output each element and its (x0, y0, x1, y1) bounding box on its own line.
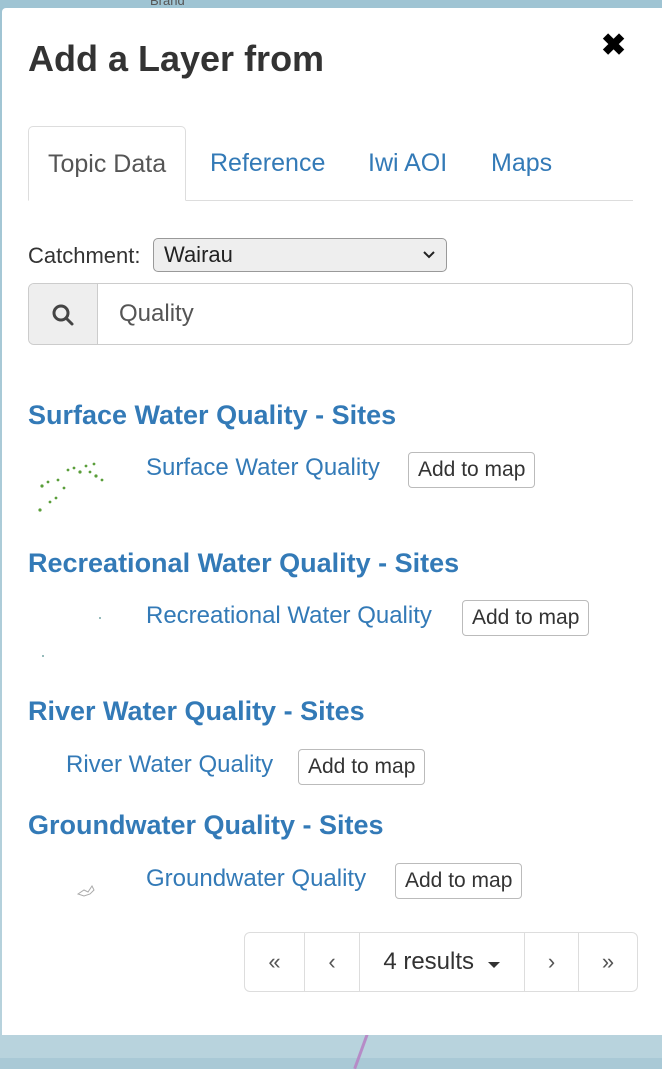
layer-thumbnail (38, 462, 104, 512)
last-page-button[interactable]: » (578, 933, 637, 991)
results-count-dropdown[interactable]: 4 results (359, 933, 524, 991)
result-title-surface-water[interactable]: Surface Water Quality - Sites (28, 400, 396, 431)
search-box (28, 283, 633, 345)
catchment-selected-value: Wairau (164, 242, 233, 267)
close-icon[interactable]: ✖ (601, 28, 626, 63)
result-title-river-water[interactable]: River Water Quality - Sites (28, 696, 365, 727)
prev-page-button[interactable]: ‹ (304, 933, 359, 991)
layer-thumbnail (42, 617, 101, 657)
panel-title: Add a Layer from (28, 38, 325, 79)
tab-reference[interactable]: Reference (191, 126, 344, 199)
search-input[interactable] (98, 284, 628, 344)
add-to-map-button[interactable]: Add to map (395, 863, 523, 899)
tab-iwi-aoi[interactable]: Iwi AOI (349, 126, 466, 199)
layer-link-surface-water[interactable]: Surface Water Quality (146, 454, 380, 482)
add-to-map-button[interactable]: Add to map (408, 452, 536, 488)
first-page-button[interactable]: « (245, 933, 304, 991)
catchment-select[interactable]: Wairau (153, 238, 447, 272)
results-pager: « ‹ 4 results › » (244, 932, 638, 992)
tab-topic-data[interactable]: Topic Data (28, 126, 187, 201)
map-road (353, 1030, 370, 1069)
caret-down-icon (487, 934, 501, 992)
results-count-label: 4 results (383, 948, 475, 975)
result-title-recreational-water[interactable]: Recreational Water Quality - Sites (28, 548, 459, 579)
next-page-button[interactable]: › (524, 933, 578, 991)
tab-maps[interactable]: Maps (472, 126, 571, 199)
search-addon (29, 284, 98, 344)
layer-link-river-water[interactable]: River Water Quality (66, 751, 273, 779)
layer-link-groundwater[interactable]: Groundwater Quality (146, 865, 366, 893)
map-place-label: Brand (150, 0, 185, 8)
add-to-map-button[interactable]: Add to map (298, 749, 426, 785)
chevron-down-icon (422, 239, 436, 283)
add-to-map-button[interactable]: Add to map (462, 600, 590, 636)
search-icon (52, 304, 74, 326)
catchment-label: Catchment: (28, 243, 141, 268)
result-title-groundwater[interactable]: Groundwater Quality - Sites (28, 810, 384, 841)
layer-thumbnail (76, 885, 95, 897)
layer-source-tabs: Topic Data Reference Iwi AOI Maps (28, 126, 633, 201)
layer-link-recreational-water[interactable]: Recreational Water Quality (146, 602, 432, 630)
